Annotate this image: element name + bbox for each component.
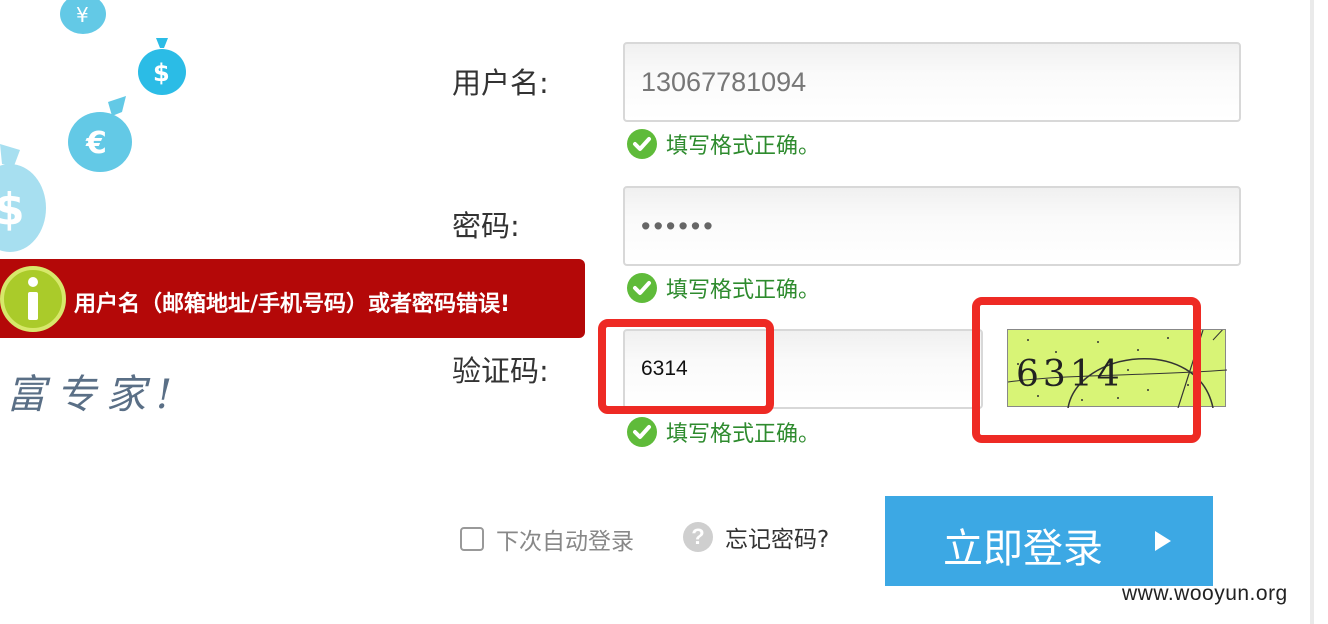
remember-me-option[interactable]: 下次自动登录 <box>460 522 634 556</box>
money-bag-icon: $ <box>138 38 186 95</box>
login-error-banner: 用户名（邮箱地址/手机号码）或者密码错误! <box>0 259 585 338</box>
play-arrow-icon <box>1155 531 1171 551</box>
captcha-hint-text: 填写格式正确。 <box>666 422 821 447</box>
password-input[interactable] <box>625 188 1239 264</box>
captcha-validation-hint: 填写格式正确。 <box>626 416 820 448</box>
login-button[interactable]: 立即登录 <box>885 496 1213 586</box>
svg-text:$: $ <box>153 59 170 87</box>
username-validation-hint: 填写格式正确。 <box>626 128 820 160</box>
svg-text:$: $ <box>0 184 25 235</box>
username-input[interactable] <box>625 44 1239 120</box>
password-hint-text: 填写格式正确。 <box>666 278 821 303</box>
username-field-box <box>623 42 1241 122</box>
captcha-label: 验证码: <box>452 354 549 388</box>
money-bag-icon: ¥ <box>60 0 106 34</box>
forgot-password-link[interactable]: ? 忘记密码? <box>683 520 829 554</box>
captcha-image-highlight <box>972 297 1201 443</box>
password-validation-hint: 填写格式正确。 <box>626 272 820 304</box>
captcha-input-highlight <box>598 319 774 414</box>
remember-me-checkbox[interactable] <box>460 527 484 551</box>
password-label: 密码: <box>452 209 520 243</box>
page-edge-divider <box>1310 0 1314 624</box>
error-message: 用户名（邮箱地址/手机号码）或者密码错误! <box>74 292 511 317</box>
check-circle-icon <box>627 273 657 303</box>
login-button-label: 立即登录 <box>943 526 1103 572</box>
svg-text:€: € <box>85 126 107 161</box>
question-icon: ? <box>683 522 713 552</box>
svg-text:¥: ¥ <box>76 3 89 27</box>
forgot-password-label: 忘记密码? <box>725 527 830 553</box>
username-label: 用户名: <box>452 66 549 100</box>
slogan-text: 富专家! <box>6 372 183 418</box>
password-field-box <box>623 186 1241 266</box>
money-bag-icon: € <box>68 96 132 172</box>
money-bag-icon: $ <box>0 144 46 252</box>
info-icon <box>0 266 66 332</box>
watermark-text: www.wooyun.org <box>1122 582 1288 605</box>
username-hint-text: 填写格式正确。 <box>666 134 821 159</box>
remember-me-label: 下次自动登录 <box>496 529 634 555</box>
check-circle-icon <box>627 129 657 159</box>
check-circle-icon <box>627 417 657 447</box>
